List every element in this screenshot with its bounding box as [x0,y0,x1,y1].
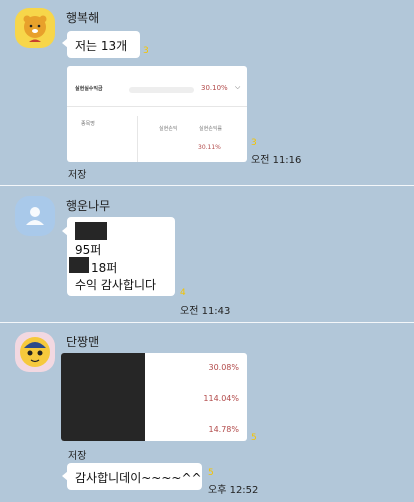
unread-count: 5 [251,433,257,443]
message-line: 18퍼 [91,261,118,275]
unread-count: 5 [208,468,214,478]
message-bubble[interactable]: 95퍼 18퍼 수익 감사합니다 [67,217,175,296]
message-divider [0,185,414,186]
message-time: 오후 12:52 [208,485,259,496]
redacted-block [69,257,89,273]
sender-name: 행복해 [66,11,100,25]
message-divider [0,322,414,323]
image-card-row-value: 30.11% [198,144,221,151]
image-message[interactable]: 실현실수익금 30.10% ⌵ 종목명 실현손익 실현손익률 30.11% [67,66,247,162]
image-card-title: 실현실수익금 [75,86,103,92]
character-avatar-icon [20,337,50,367]
avatar-character[interactable] [15,332,55,372]
image-card-col-b: 실현손익률 [199,126,223,132]
message-time: 오전 11:16 [251,155,302,166]
image-card-header: 실현실수익금 30.10% ⌵ [67,82,247,98]
avatar-ryan[interactable] [15,8,55,48]
sender-name: 단짱맨 [66,335,100,349]
redacted-block [75,222,107,240]
image-card-divider [67,106,247,107]
ryan-avatar-icon [23,15,47,42]
image-card-bar [129,87,194,93]
default-profile-icon [26,207,44,225]
save-label[interactable]: 저장 [68,166,86,181]
message-line: 95퍼 [75,243,102,257]
unread-count: 4 [180,288,186,298]
unread-count: 3 [251,138,257,148]
sender-name: 행운나무 [66,199,111,213]
image-card-col-label: 종목명 [81,121,95,127]
message-bubble[interactable]: 저는 13개 [67,31,140,58]
message-line: 수익 감사합니다 [75,278,157,292]
save-label[interactable]: 저장 [68,447,86,462]
avatar-default[interactable] [15,196,55,236]
message-text: 저는 13개 [75,39,128,53]
image-value: 30.08% [208,363,239,372]
image-card-vline [137,116,138,162]
message-bubble[interactable]: 감사합니데이~~~~^^ [67,463,202,490]
image-card-col-a: 실현손익 [159,126,178,132]
redacted-block [61,353,145,441]
image-value: 114.04% [203,394,239,403]
image-message[interactable]: 30.08% 114.04% 14.78% [61,353,247,441]
message-text: 감사합니데이~~~~^^ [75,471,202,485]
image-card-value: 30.10% [201,84,228,92]
image-value: 14.78% [208,425,239,434]
chevron-down-icon: ⌵ [235,83,241,91]
message-time: 오전 11:43 [180,306,231,317]
unread-count: 3 [143,46,149,56]
